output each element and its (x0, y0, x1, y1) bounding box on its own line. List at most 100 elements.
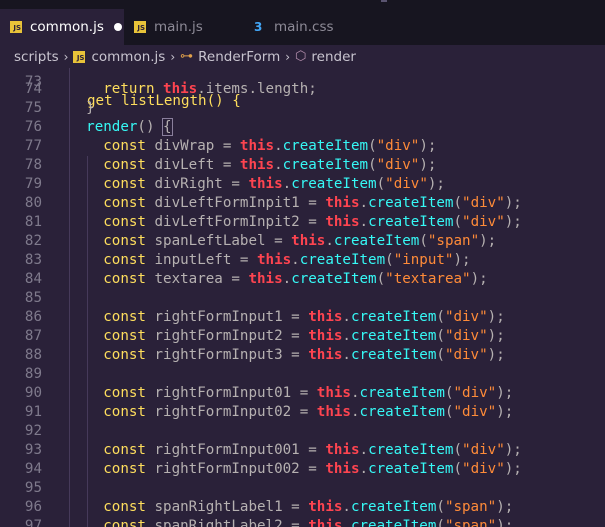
line-number: 95 (24, 480, 42, 496)
code-token: ); (453, 252, 471, 268)
code-token: . (274, 157, 283, 173)
code-line[interactable]: 94 const rightFormInput002 = this.create… (0, 460, 605, 479)
this-token: this (308, 347, 343, 363)
code-text: const divLeft = this.createItem("div"); (52, 156, 436, 175)
code-token: spanRightLabel1 = (154, 499, 309, 515)
code-line[interactable]: 81 const divLeftFormInpit2 = this.create… (0, 213, 605, 232)
string-token: "span" (444, 518, 497, 527)
tab-bar: JS common.js JS main.js 3 main.css (0, 0, 605, 45)
code-token: divLeft = (154, 157, 240, 173)
code-token: divLeftFormInpit1 = (154, 195, 326, 211)
code-line[interactable]: 85 (0, 289, 605, 308)
code-line[interactable]: 92 (0, 422, 605, 441)
code-token: ( (368, 138, 377, 154)
tab-main-css[interactable]: 3 main.css (244, 9, 364, 45)
line-number: 83 (24, 252, 42, 268)
js-file-icon: JS (73, 50, 86, 63)
chevron-right-icon: › (63, 49, 69, 64)
code-token: . (342, 328, 351, 344)
string-token: "div" (385, 176, 428, 192)
breadcrumb-item-scripts[interactable]: scripts (14, 49, 59, 65)
code-token: ( (436, 309, 445, 325)
function-token: createItem (282, 138, 369, 154)
keyword-token: const (103, 195, 155, 211)
tab-main-js[interactable]: JS main.js (124, 9, 244, 45)
code-line[interactable]: 87 const rightFormInput2 = this.createIt… (0, 327, 605, 346)
this-token: this (239, 138, 275, 154)
code-token: . (359, 195, 369, 211)
code-line[interactable]: 84 const textarea = this.createItem("tex… (0, 270, 605, 289)
code-token: inputLeft = (154, 252, 257, 268)
line-number: 89 (24, 366, 42, 382)
line-number: 80 (24, 195, 42, 211)
code-line[interactable]: 78 const divLeft = this.createItem("div"… (0, 156, 605, 175)
breadcrumb-item-common-js[interactable]: common.js (91, 49, 165, 65)
this-token: this (316, 404, 351, 420)
line-number: 75 (24, 100, 42, 116)
code-line[interactable]: 86 const rightFormInput1 = this.createIt… (0, 308, 605, 327)
code-line[interactable]: 90 const rightFormInput01 = this.createI… (0, 384, 605, 403)
code-line[interactable]: 95 (0, 479, 605, 498)
code-token: () (137, 119, 164, 135)
this-token: this (248, 176, 283, 192)
code-line[interactable]: 93 const rightFormInput001 = this.create… (0, 441, 605, 460)
breadcrumb-item-render[interactable]: render (311, 49, 356, 65)
code-text: const spanRightLabel1 = this.createItem(… (52, 498, 513, 517)
keyword-token: return (103, 81, 164, 97)
code-line[interactable]: 88 const rightFormInput3 = this.createIt… (0, 346, 605, 365)
this-token: this (291, 233, 326, 249)
breadcrumb: scripts › JS common.js › ⊶ RenderForm › … (0, 45, 605, 68)
code-text: const rightFormInput002 = this.createIte… (52, 460, 522, 479)
code-token: ( (419, 233, 428, 249)
code-line[interactable]: 97 const spanRightLabel2 = this.createIt… (0, 517, 605, 527)
code-editor[interactable]: 73 get listLength() { 74 return this.ite… (0, 45, 605, 527)
keyword-token: const (103, 233, 155, 249)
code-line[interactable]: 77 const divWrap = this.createItem("div"… (0, 137, 605, 156)
code-line[interactable]: 75 } (0, 99, 605, 118)
unsaved-dot-icon[interactable] (113, 23, 122, 31)
code-token: . (291, 252, 300, 268)
code-token: ); (504, 195, 522, 211)
tab-common-js[interactable]: JS common.js (0, 9, 124, 45)
line-number: 97 (24, 518, 42, 527)
code-line[interactable]: 83 const inputLeft = this.createItem("in… (0, 251, 605, 270)
keyword-token: const (103, 252, 155, 268)
keyword-token: const (103, 518, 155, 527)
code-token: ( (376, 271, 386, 287)
brace-token: { (162, 118, 173, 136)
code-line[interactable]: 74 return this.items.length; (0, 80, 605, 99)
function-token: createItem (368, 442, 454, 458)
function-token: createItem (350, 518, 437, 527)
code-text: const textarea = this.createItem("textar… (52, 270, 487, 289)
code-line[interactable]: 80 const divLeftFormInpit1 = this.create… (0, 194, 605, 213)
code-token: ); (479, 233, 497, 249)
code-token: rightFormInput1 = (154, 309, 309, 325)
line-number: 90 (24, 385, 42, 401)
code-token: rightFormInput02 = (154, 404, 317, 420)
code-line[interactable]: 91 const rightFormInput02 = this.createI… (0, 403, 605, 422)
code-line[interactable]: 79 const divRight = this.createItem("div… (0, 175, 605, 194)
this-token: this (308, 499, 343, 515)
code-token: divLeftFormInpit2 = (154, 214, 326, 230)
code-line[interactable]: 82 const spanLeftLabel = this.createItem… (0, 232, 605, 251)
code-line[interactable]: 89 (0, 365, 605, 384)
breadcrumb-item-renderform[interactable]: RenderForm (198, 49, 280, 65)
code-token: rightFormInput001 = (154, 442, 326, 458)
code-text: const rightFormInput02 = this.createItem… (52, 403, 513, 422)
line-number: 77 (24, 138, 42, 154)
code-token: ( (453, 461, 463, 477)
code-token: ); (504, 442, 522, 458)
code-line[interactable]: 76 render() { (0, 118, 605, 137)
keyword-token: const (103, 404, 155, 420)
code-line[interactable]: 96 const spanRightLabel1 = this.createIt… (0, 498, 605, 517)
css-file-icon: 3 (254, 20, 263, 34)
string-token: "div" (453, 404, 497, 420)
this-token: this (325, 442, 360, 458)
